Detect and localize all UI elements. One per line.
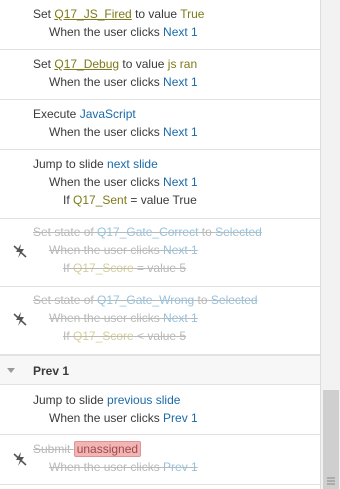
target-link[interactable]: Next 1 [163,243,198,257]
variable-link[interactable]: Q17_Sent [73,193,127,207]
trigger-action-line: Set Q17_Debug to value js ran [33,55,320,73]
action-text: Execute [33,107,80,121]
triggers-panel: Set Q17_JS_Fired to value True When the … [0,0,320,489]
event-text: When the user clicks [49,243,164,257]
action-text: Set [33,57,55,71]
trigger-action-line: Jump to slide next slide [33,155,320,173]
resize-grip-icon[interactable] [327,474,335,485]
target-link[interactable]: Next 1 [163,175,198,189]
vertical-scrollbar[interactable] [320,0,340,489]
trigger-event-line: When the user clicks Next 1 [33,173,320,191]
lightning-disabled-icon[interactable] [12,451,28,467]
trigger-action-line: Set Q17_JS_Fired to value True [33,5,320,23]
target-link[interactable]: Next 1 [163,125,198,139]
action-text: to [198,225,216,239]
state-link[interactable]: Selected [211,293,258,307]
event-text: When the user clicks [49,75,164,89]
trigger-condition-line: If Q17_Score = value 5 [33,259,320,277]
action-text: Jump to slide [33,393,108,407]
trigger-execute-javascript[interactable]: Execute JavaScript When the user clicks … [0,100,320,150]
event-text: When the user clicks [49,25,164,39]
condition-text: If [63,261,74,275]
action-text: Submit [33,442,74,456]
action-text: Jump to slide [33,157,108,171]
trigger-event-line: When the user clicks Prev 1 [33,409,320,427]
trigger-event-line: When the user clicks Next 1 [33,73,320,91]
section-title: Prev 1 [33,364,70,378]
object-link[interactable]: Q17_Gate_Wrong [97,293,194,307]
action-text: Set state of [33,293,98,307]
lightning-disabled-icon[interactable] [12,243,28,259]
target-link[interactable]: Next 1 [163,311,198,325]
action-text: to value [119,57,168,71]
event-text: When the user clicks [49,311,164,325]
value-text[interactable]: js ran [168,57,197,71]
variable-link[interactable]: Q17_Score [73,261,134,275]
trigger-condition-line: If Q17_Sent = value True [33,191,320,209]
unassigned-badge[interactable]: unassigned [73,441,142,457]
trigger-jump-previous-slide[interactable]: Jump to slide previous slide When the us… [0,385,320,435]
action-text: to [194,293,211,307]
trigger-event-line: When the user clicks Next 1 [33,309,320,327]
event-text: When the user clicks [49,460,164,474]
condition-text: = value True [127,193,197,207]
trigger-submit-unassigned[interactable]: Submit unassigned When the user clicks P… [0,435,320,485]
trigger-condition-line: If Q17_Score < value 5 [33,327,320,345]
trigger-event-line: When the user clicks Prev 1 [33,458,320,476]
target-link[interactable]: Next 1 [163,25,198,39]
lightning-disabled-icon[interactable] [12,311,28,327]
value-text[interactable]: True [180,7,204,21]
section-header-prev-1[interactable]: Prev 1 [0,355,320,385]
event-text: When the user clicks [49,175,164,189]
condition-text: = value 5 [133,261,187,275]
caret-down-icon[interactable] [6,356,16,386]
action-link[interactable]: previous slide [107,393,180,407]
trigger-set-q17-debug[interactable]: Set Q17_Debug to value js ran When the u… [0,50,320,100]
trigger-action-line: Jump to slide previous slide [33,391,320,409]
action-text: Set [33,7,55,21]
target-link[interactable]: Prev 1 [163,460,198,474]
trigger-action-line: Execute JavaScript [33,105,320,123]
trigger-set-state-gate-correct[interactable]: Set state of Q17_Gate_Correct to Selecte… [0,219,320,287]
condition-text: If [63,329,74,343]
trigger-set-q17-js-fired[interactable]: Set Q17_JS_Fired to value True When the … [0,0,320,50]
condition-text: < value 5 [133,329,187,343]
variable-link[interactable]: Q17_JS_Fired [54,7,131,21]
event-text: When the user clicks [49,411,164,425]
trigger-set-state-gate-wrong[interactable]: Set state of Q17_Gate_Wrong to Selected … [0,287,320,355]
trigger-action-line: Set state of Q17_Gate_Correct to Selecte… [33,223,320,241]
condition-text: If [63,193,74,207]
trigger-action-line: Submit unassigned [33,440,320,458]
trigger-event-line: When the user clicks Next 1 [33,23,320,41]
object-link[interactable]: Q17_Gate_Correct [97,225,198,239]
trigger-event-line: When the user clicks Next 1 [33,123,320,141]
target-link[interactable]: Next 1 [163,75,198,89]
variable-link[interactable]: Q17_Score [73,329,134,343]
trigger-jump-next-slide[interactable]: Jump to slide next slide When the user c… [0,150,320,219]
trigger-event-line: When the user clicks Next 1 [33,241,320,259]
trigger-action-line: Set state of Q17_Gate_Wrong to Selected [33,291,320,309]
state-link[interactable]: Selected [215,225,262,239]
action-link[interactable]: next slide [107,157,158,171]
variable-link[interactable]: Q17_Debug [54,57,119,71]
action-text: Set state of [33,225,98,239]
action-text: to value [131,7,181,21]
target-link[interactable]: Prev 1 [163,411,198,425]
action-link[interactable]: JavaScript [80,107,136,121]
event-text: When the user clicks [49,125,164,139]
